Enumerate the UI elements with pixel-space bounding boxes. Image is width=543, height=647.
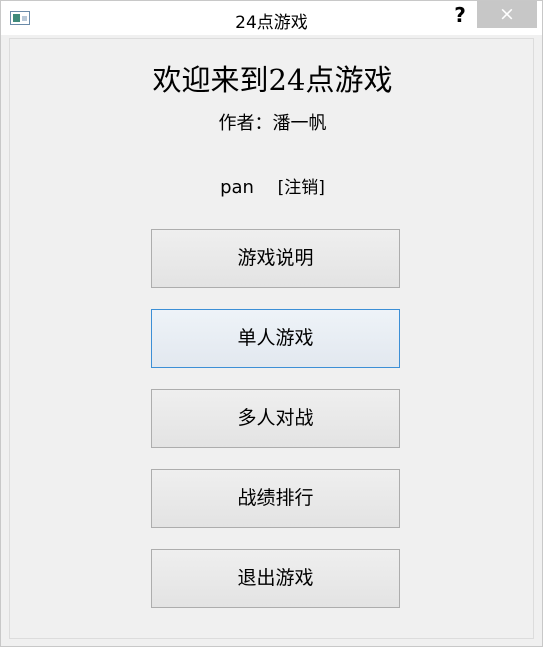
- close-button[interactable]: ×: [477, 1, 537, 28]
- single-player-button[interactable]: 单人游戏: [151, 309, 400, 368]
- author-label: 作者：潘一帆: [218, 113, 327, 134]
- app-window: 24点游戏 ? × 欢迎来到24点游戏 作者：潘一帆 pan [注销] 游戏说明…: [0, 0, 543, 647]
- exit-game-button[interactable]: 退出游戏: [151, 549, 400, 608]
- user-info: pan [注销]: [10, 173, 535, 198]
- title-bar[interactable]: 24点游戏 ? ×: [1, 1, 542, 35]
- leaderboard-button[interactable]: 战绩排行: [151, 469, 400, 528]
- username-label: pan: [220, 177, 254, 198]
- main-panel: 欢迎来到24点游戏 作者：潘一帆 pan [注销] 游戏说明 单人游戏 多人对战…: [9, 38, 534, 639]
- game-rules-button[interactable]: 游戏说明: [151, 229, 400, 288]
- multiplayer-button[interactable]: 多人对战: [151, 389, 400, 448]
- logout-link[interactable]: [注销]: [278, 173, 325, 198]
- welcome-heading: 欢迎来到24点游戏: [152, 63, 393, 97]
- help-button[interactable]: ?: [447, 2, 473, 28]
